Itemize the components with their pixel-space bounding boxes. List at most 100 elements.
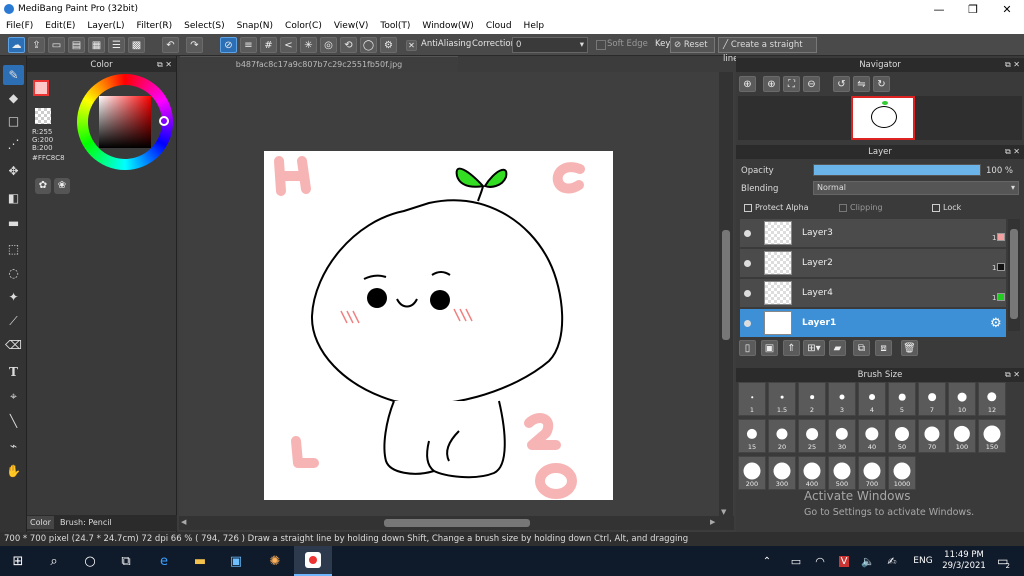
- notification-icon[interactable]: ▭ 2: [990, 546, 1020, 576]
- wifi-icon[interactable]: ◠: [810, 546, 830, 576]
- show-hidden-icons-icon[interactable]: ⌃: [758, 546, 776, 576]
- reset-button[interactable]: ⊘ Reset: [670, 37, 715, 53]
- soft-edge-checkbox[interactable]: [596, 40, 606, 50]
- visibility-eye-icon[interactable]: [744, 290, 751, 297]
- zoom-in-small-icon[interactable]: ⊕: [763, 76, 780, 92]
- restore-button[interactable]: ❐: [956, 0, 990, 18]
- scroll-right-icon[interactable]: ▶: [710, 518, 715, 526]
- gear-icon[interactable]: ⚙: [990, 316, 1002, 331]
- brush-size-option[interactable]: 150: [978, 419, 1006, 453]
- dot-tool-icon[interactable]: ⋰: [3, 134, 24, 154]
- edge-browser-icon[interactable]: e: [146, 546, 182, 576]
- list-icon[interactable]: ☰: [108, 37, 125, 53]
- brush-size-option[interactable]: 7: [918, 382, 946, 416]
- hand-tool-icon[interactable]: ✋: [3, 461, 24, 481]
- hue-marker[interactable]: [159, 116, 169, 126]
- close-button[interactable]: ✕: [990, 0, 1024, 18]
- brush-size-option[interactable]: 1: [738, 382, 766, 416]
- fit-icon[interactable]: ⛶: [783, 76, 800, 92]
- panel-controls-icon[interactable]: ⧉ ✕: [1005, 145, 1020, 159]
- scroll-left-icon[interactable]: ◀: [181, 518, 186, 526]
- brush-size-option[interactable]: 400: [798, 456, 826, 490]
- palette-icon[interactable]: ✿: [35, 178, 51, 194]
- document-tab[interactable]: b487fac8c17a9c807b7c29c2551fb50f.jpg: [180, 56, 458, 72]
- merge-layer-icon[interactable]: ⧈: [875, 340, 892, 356]
- cortana-icon[interactable]: ○: [72, 546, 108, 576]
- tab-color[interactable]: Color: [27, 516, 54, 529]
- clipping-checkbox[interactable]: [839, 204, 847, 212]
- panel-controls-icon[interactable]: ⧉ ✕: [1005, 58, 1020, 72]
- visibility-eye-icon[interactable]: [744, 260, 751, 267]
- circle-snap-icon[interactable]: ◎: [320, 37, 337, 53]
- menu-select[interactable]: Select(S): [178, 21, 231, 31]
- menu-snap[interactable]: Snap(N): [231, 21, 279, 31]
- select-tool-icon[interactable]: ⬚: [3, 239, 24, 259]
- layer-row-selected[interactable]: Layer1 ⚙: [740, 309, 1006, 338]
- zoom-in-icon[interactable]: ⊕: [739, 76, 756, 92]
- menu-window[interactable]: Window(W): [416, 21, 479, 31]
- brush-size-option[interactable]: 300: [768, 456, 796, 490]
- divide-tool-icon[interactable]: ╲: [3, 411, 24, 431]
- radial-snap-icon[interactable]: ✳: [300, 37, 317, 53]
- brush-size-option[interactable]: 3: [828, 382, 856, 416]
- eraser-tool-icon[interactable]: ◆: [3, 88, 24, 108]
- saturation-square[interactable]: [99, 96, 151, 148]
- redo-icon[interactable]: ↷: [186, 37, 203, 53]
- brush-tool-icon[interactable]: ✎: [3, 65, 24, 85]
- vanishing-snap-icon[interactable]: <: [280, 37, 297, 53]
- layer-row[interactable]: Layer4 1: [740, 279, 1006, 308]
- document-icon[interactable]: ▦: [88, 37, 105, 53]
- vertical-scrollbar[interactable]: ▼: [719, 72, 733, 516]
- menu-edit[interactable]: Edit(E): [39, 21, 81, 31]
- language-indicator[interactable]: ENG: [908, 546, 938, 576]
- snap-off-icon[interactable]: ⊘: [220, 37, 237, 53]
- battery-icon[interactable]: ▭: [786, 546, 806, 576]
- horizontal-scroll-thumb[interactable]: [384, 519, 530, 527]
- brush-size-option[interactable]: 30: [828, 419, 856, 453]
- select-pen-icon[interactable]: ⟋: [3, 311, 24, 331]
- shape-tool-icon[interactable]: □: [3, 111, 24, 131]
- blending-select[interactable]: Normal ▾: [813, 181, 1019, 195]
- bucket-tool-icon[interactable]: ◧: [3, 188, 24, 208]
- brush-size-option[interactable]: 40: [858, 419, 886, 453]
- share-icon[interactable]: ⇪: [28, 37, 45, 53]
- task-view-icon[interactable]: ⧉: [108, 546, 144, 576]
- brush-size-option[interactable]: 15: [738, 419, 766, 453]
- comment-icon[interactable]: ▭: [48, 37, 65, 53]
- layer-scroll-thumb[interactable]: [1010, 229, 1018, 319]
- layer-row[interactable]: Layer3 1: [740, 219, 1006, 248]
- start-windows-icon[interactable]: ⊞: [0, 546, 36, 576]
- curve-snap-icon[interactable]: ⟲: [340, 37, 357, 53]
- brush-size-option[interactable]: 25: [798, 419, 826, 453]
- zoom-out-icon[interactable]: ⊖: [803, 76, 820, 92]
- rotate-right-icon[interactable]: ↻: [873, 76, 890, 92]
- protect-alpha-checkbox[interactable]: [744, 204, 752, 212]
- brush-size-option[interactable]: 1.5: [768, 382, 796, 416]
- brush-size-option[interactable]: 100: [948, 419, 976, 453]
- cross-snap-icon[interactable]: #: [260, 37, 277, 53]
- brush-size-option[interactable]: 700: [858, 456, 886, 490]
- tab-brush[interactable]: Brush: Pencil: [57, 516, 115, 529]
- search-icon[interactable]: ⌕: [36, 546, 72, 576]
- visibility-eye-icon[interactable]: [744, 320, 751, 327]
- new-halftone-layer-icon[interactable]: ▣: [761, 340, 778, 356]
- visibility-eye-icon[interactable]: [744, 230, 751, 237]
- menu-file[interactable]: File(F): [0, 21, 39, 31]
- add-layer-menu-icon[interactable]: ⊞▾: [803, 340, 825, 356]
- brush-size-option[interactable]: 20: [768, 419, 796, 453]
- volume-icon[interactable]: 🔈: [858, 546, 878, 576]
- layer-row[interactable]: Layer2 1: [740, 249, 1006, 278]
- lasso-tool-icon[interactable]: ◌: [3, 263, 24, 283]
- navigator-preview[interactable]: [851, 96, 915, 140]
- folder-icon[interactable]: ▰: [829, 340, 846, 356]
- duplicate-layer-icon[interactable]: ⧉: [853, 340, 870, 356]
- menu-color[interactable]: Color(C): [279, 21, 328, 31]
- panel-controls-icon[interactable]: ⧉ ✕: [157, 58, 172, 72]
- drawing-canvas[interactable]: [264, 151, 613, 500]
- gradient-tool-icon[interactable]: ▬: [3, 213, 24, 233]
- clock[interactable]: 11:49 PM 29/3/2021: [940, 546, 988, 576]
- brush-size-option[interactable]: 2: [798, 382, 826, 416]
- layer-scrollbar[interactable]: [1008, 219, 1020, 331]
- vertical-scroll-thumb[interactable]: [722, 230, 730, 340]
- file-explorer-icon[interactable]: ▬: [182, 546, 218, 576]
